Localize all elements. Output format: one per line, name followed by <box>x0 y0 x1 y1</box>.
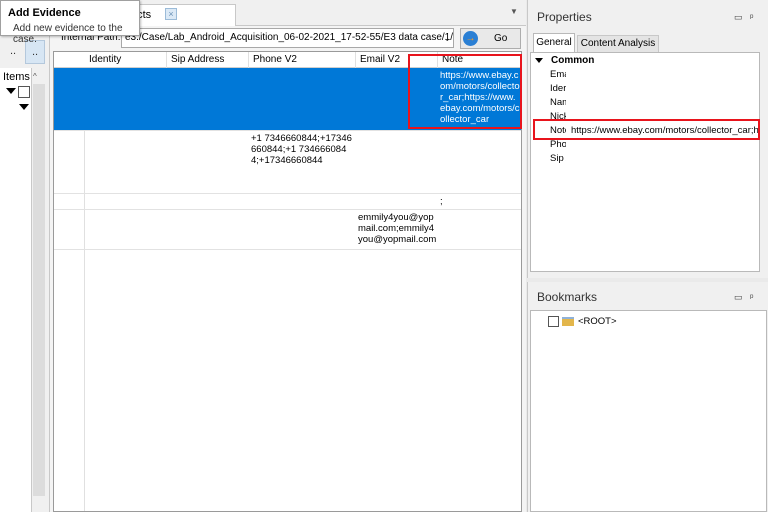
note-cell: ; <box>440 196 443 207</box>
left-scrollbar[interactable] <box>33 84 45 496</box>
add-evidence-tooltip: Add Evidence Add new evidence to the cas… <box>0 0 140 45</box>
property-name[interactable]: Sip A <box>550 153 566 164</box>
item-checkbox[interactable] <box>18 86 30 98</box>
go-button[interactable]: → Go <box>460 28 521 49</box>
properties-grid: Common Ema Ider Nam Nick Note https://ww… <box>530 52 760 272</box>
maximize-icon[interactable]: ▭ <box>734 12 743 23</box>
root-checkbox[interactable] <box>548 316 559 327</box>
bookmarks-title: Bookmarks <box>537 290 598 304</box>
pin-icon[interactable]: ᵖ <box>750 12 753 22</box>
expand-triangle-icon[interactable] <box>6 88 16 94</box>
property-name[interactable]: Ema <box>550 69 566 80</box>
tooltip-title: Add Evidence <box>8 7 81 19</box>
maximize-icon[interactable]: ▭ <box>734 292 743 303</box>
folder-icon <box>562 317 574 326</box>
go-label: Go <box>494 33 508 44</box>
path-value: e3./Case/Lab_Android_Acquisition_06-02-2… <box>125 32 454 43</box>
column-header-identity[interactable]: Identity <box>85 52 167 68</box>
property-highlight-box <box>533 119 760 140</box>
items-panel: Items <box>0 68 32 512</box>
internal-path-input[interactable]: e3./Case/Lab_Android_Acquisition_06-02-2… <box>121 28 454 48</box>
property-name[interactable]: Ider <box>550 83 566 94</box>
phone-cell: +1 7346660844;+17346660844;+1 7346660844… <box>251 133 352 166</box>
tab-general[interactable]: General <box>533 33 575 52</box>
note-highlight-box <box>408 54 522 129</box>
tab-content-analysis[interactable]: Content Analysis <box>577 35 659 52</box>
collapse-arrow-icon[interactable]: ^ <box>33 72 37 81</box>
group-common: Common <box>551 55 595 66</box>
tab-contacts[interactable]: acts × <box>130 4 236 26</box>
property-name[interactable]: Phol <box>550 139 566 150</box>
column-header-sip-address[interactable]: Sip Address <box>167 52 249 68</box>
column-header-phone[interactable]: Phone V2 <box>249 52 356 68</box>
bookmark-root[interactable]: <ROOT> <box>578 316 617 327</box>
go-arrow-icon: → <box>463 31 478 46</box>
expand-triangle-icon[interactable] <box>19 104 29 110</box>
table-row[interactable]: ; <box>54 194 521 210</box>
bookmarks-tree: <ROOT> <box>530 310 767 512</box>
pin-icon[interactable]: ᵖ <box>750 292 753 302</box>
items-label: Items <box>3 71 30 83</box>
tab-dropdown-icon[interactable]: ▼ <box>510 7 518 16</box>
chevron-down-icon[interactable]: ⌄ <box>443 29 451 47</box>
collapse-triangle-icon[interactable] <box>535 58 543 63</box>
close-icon[interactable]: × <box>165 8 177 20</box>
properties-title: Properties <box>537 10 592 24</box>
bookmarks-panel: Bookmarks ▭ ᵖ <ROOT> <box>527 282 768 512</box>
table-row[interactable]: emmily4you@yopmail.com;emmily4you@yopmai… <box>54 210 521 250</box>
email-cell: emmily4you@yopmail.com;emmily4you@yopmai… <box>358 212 437 245</box>
property-name[interactable]: Nam <box>550 97 566 108</box>
table-row[interactable]: +1 7346660844;+17346660844;+1 7346660844… <box>54 131 521 194</box>
tooltip-description: Add new evidence to the case. <box>13 23 123 45</box>
left-panel: .. .. Items ^ <box>0 0 50 512</box>
